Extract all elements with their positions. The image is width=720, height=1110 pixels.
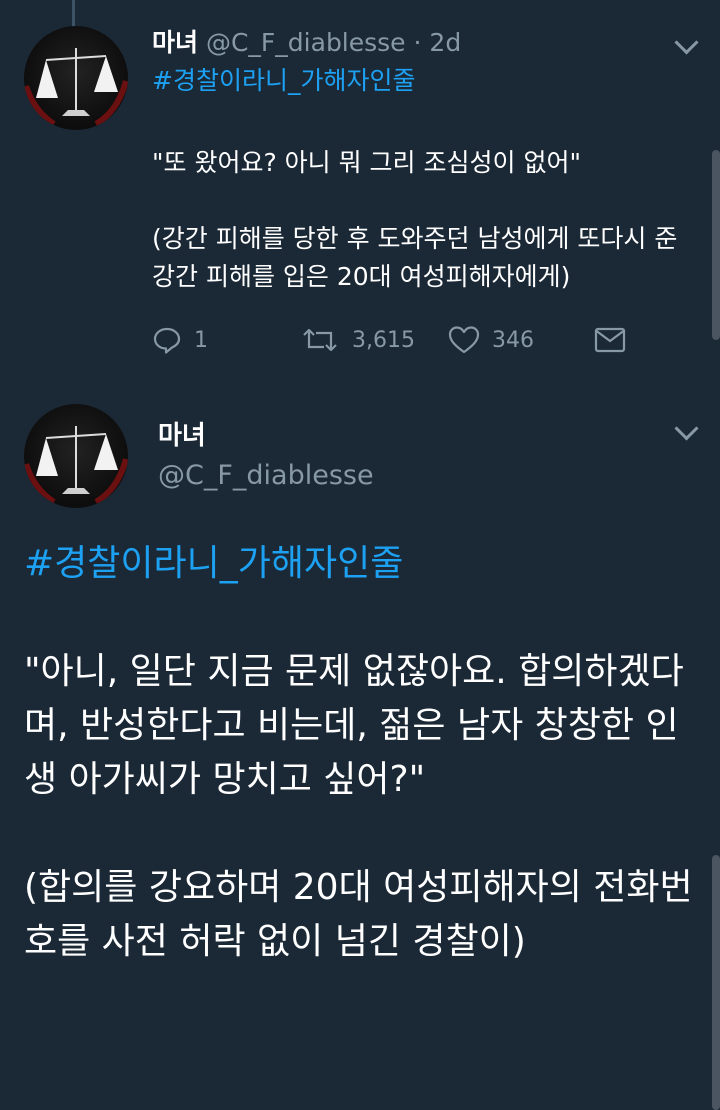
user-handle[interactable]: @C_F_diablesse <box>206 28 406 57</box>
chevron-down-icon[interactable] <box>674 30 699 55</box>
scrollbar-thumb[interactable] <box>712 150 720 340</box>
chevron-down-icon[interactable] <box>674 416 699 441</box>
like-button[interactable]: 346 <box>448 320 534 360</box>
reply-icon <box>153 327 181 354</box>
scrollbar-thumb-lower[interactable] <box>712 855 720 1110</box>
hashtag-link[interactable]: #경찰이라니_가해자인줄 <box>24 538 403 590</box>
scales-of-justice-icon <box>24 48 128 127</box>
separator: · <box>405 28 430 57</box>
scales-of-justice-icon <box>24 426 128 505</box>
hashtag-link[interactable]: #경찰이라니_가해자인줄 <box>152 64 415 98</box>
tweet-quote: "아니, 일단 지금 문제 없잖아요. 합의하겠다며, 반성한다고 비는데, 젊… <box>24 651 684 800</box>
heart-icon <box>448 326 480 354</box>
tweet-body: "또 왔어요? 아니 뭐 그리 조심성이 없어" (강간 피해를 당한 후 도와… <box>152 144 700 296</box>
like-count: 346 <box>492 327 534 353</box>
tweet-body: "아니, 일단 지금 문제 없잖아요. 합의하겠다며, 반성한다고 비는데, 젊… <box>24 645 696 969</box>
envelope-icon <box>594 327 626 353</box>
tweet-quote: "또 왔어요? 아니 뭐 그리 조심성이 없어" <box>152 148 581 177</box>
tweet-note: (강간 피해를 당한 후 도와주던 남성에게 또다시 준강간 피해를 입은 20… <box>152 224 678 291</box>
display-name[interactable]: 마녀 <box>158 418 206 454</box>
avatar[interactable] <box>24 26 128 130</box>
retweet-button[interactable]: 3,615 <box>300 320 415 360</box>
user-handle[interactable]: @C_F_diablesse <box>158 458 374 494</box>
direct-message-button[interactable] <box>594 320 626 360</box>
tweet-note: (합의를 강요하며 20대 여성피해자의 전화번호를 사전 허락 없이 넘긴 경… <box>24 867 693 962</box>
avatar[interactable] <box>24 404 128 508</box>
timestamp[interactable]: 2d <box>429 28 461 57</box>
retweet-count: 3,615 <box>352 327 415 353</box>
reply-count: 1 <box>194 327 208 353</box>
tweet-header: 마녀 @C_F_diablesse · 2d <box>152 26 461 60</box>
reply-button[interactable]: 1 <box>152 320 208 360</box>
display-name[interactable]: 마녀 <box>152 28 198 57</box>
retweet-icon <box>303 328 337 352</box>
